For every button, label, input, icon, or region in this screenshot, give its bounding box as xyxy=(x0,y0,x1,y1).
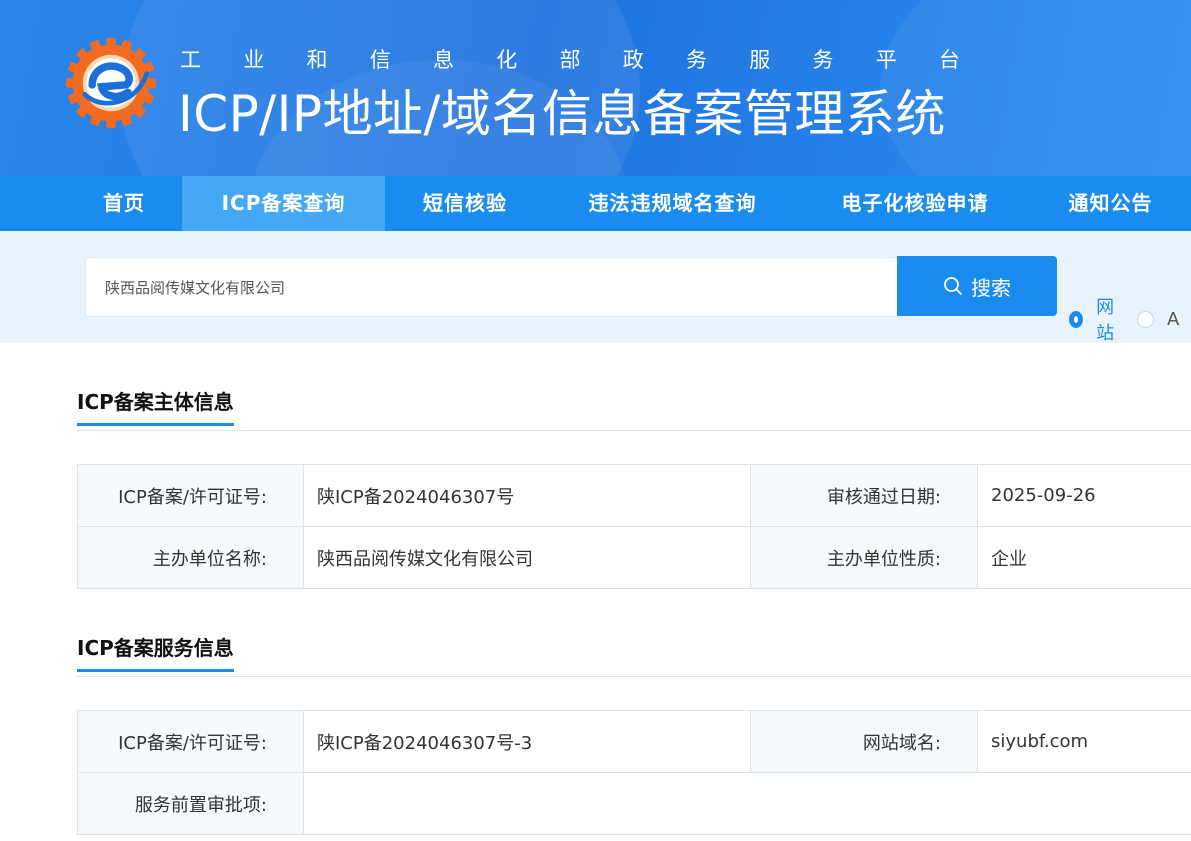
label-license-no: ICP备案/许可证号: xyxy=(77,464,304,527)
subtitle-char: 政 xyxy=(622,48,644,72)
value-license-no: 陕ICP备2024046307号 xyxy=(303,464,751,527)
subtitle-char: 工 xyxy=(180,48,201,72)
section-divider xyxy=(77,430,1191,431)
table-row: ICP备案/许可证号: 陕ICP备2024046307号-3 网站域名: siy… xyxy=(77,710,1191,773)
search-input[interactable] xyxy=(85,257,898,317)
subtitle-char: 服 xyxy=(749,48,771,72)
nav-item-icp-query[interactable]: ICP备案查询 xyxy=(182,176,385,231)
value-pre-approval xyxy=(303,772,1191,835)
table-row: ICP备案/许可证号: 陕ICP备2024046307号 审核通过日期: 202… xyxy=(77,464,1191,527)
table-row: 主办单位名称: 陕西品阅传媒文化有限公司 主办单位性质: 企业 xyxy=(77,526,1191,589)
search-button[interactable]: 搜索 xyxy=(897,256,1057,316)
label-organizer-type: 主办单位性质: xyxy=(750,526,978,589)
nav-item-home[interactable]: 首页 xyxy=(66,176,182,231)
system-title: ICP/IP地址/域名信息备案管理系统 xyxy=(178,85,946,143)
search-button-label: 搜索 xyxy=(971,275,1011,300)
nav-item-sms-verify[interactable]: 短信核验 xyxy=(385,176,545,231)
nav-item-electronic-verify[interactable]: 电子化核验申请 xyxy=(800,176,1030,231)
radio-app[interactable]: A xyxy=(1137,309,1179,330)
subtitle-char: 息 xyxy=(433,48,454,72)
section-title-service: ICP备案服务信息 xyxy=(77,632,234,672)
label-organizer-name: 主办单位名称: xyxy=(77,526,304,589)
value-organizer-name: 陕西品阅传媒文化有限公司 xyxy=(303,526,751,589)
miit-gear-logo-icon xyxy=(65,37,157,129)
subtitle-char: 化 xyxy=(496,48,518,72)
value-approval-date: 2025-09-26 xyxy=(977,464,1191,527)
subtitle-char: 部 xyxy=(559,48,581,72)
section-title-subject: ICP备案主体信息 xyxy=(77,386,234,426)
nav-item-notices[interactable]: 通知公告 xyxy=(1030,176,1191,231)
search-area: 搜索 网站 A xyxy=(0,231,1191,345)
label-service-license-no: ICP备案/许可证号: xyxy=(77,710,304,773)
radio-label: A xyxy=(1167,308,1180,330)
subtitle-char: 业 xyxy=(243,48,265,72)
search-type-radio-group: 网站 A xyxy=(1069,293,1191,345)
radio-label: 网站 xyxy=(1096,297,1115,344)
label-approval-date: 审核通过日期: xyxy=(750,464,978,527)
label-pre-approval: 服务前置审批项: xyxy=(77,772,304,835)
banner-subtitle: 工 业 和 信 息 化 部 政 务 服 务 平 台 xyxy=(180,44,960,74)
radio-website[interactable]: 网站 xyxy=(1069,293,1117,345)
label-website-domain: 网站域名: xyxy=(750,710,978,773)
nav-item-illegal-domain-query[interactable]: 违法违规域名查询 xyxy=(545,176,800,231)
search-icon xyxy=(944,277,962,295)
value-website-domain: siyubf.com xyxy=(977,710,1191,773)
value-organizer-type: 企业 xyxy=(977,526,1191,589)
section-divider xyxy=(77,676,1191,677)
subtitle-char: 务 xyxy=(686,48,707,72)
value-service-license-no: 陕ICP备2024046307号-3 xyxy=(303,710,751,773)
subtitle-char: 信 xyxy=(369,48,391,72)
service-info-table: ICP备案/许可证号: 陕ICP备2024046307号-3 网站域名: siy… xyxy=(77,710,1191,835)
subtitle-char: 平 xyxy=(875,48,897,72)
site-banner: 工 业 和 信 息 化 部 政 务 服 务 平 台 ICP/IP地址/域名信息备… xyxy=(0,0,1191,176)
subtitle-char: 务 xyxy=(812,48,834,72)
radio-checked-icon xyxy=(1069,310,1084,328)
subject-info-table: ICP备案/许可证号: 陕ICP备2024046307号 审核通过日期: 202… xyxy=(77,464,1191,589)
radio-unchecked-icon xyxy=(1137,310,1154,328)
subtitle-char: 和 xyxy=(306,48,328,72)
main-nav: 首页 ICP备案查询 短信核验 违法违规域名查询 电子化核验申请 通知公告 xyxy=(0,176,1191,231)
table-row: 服务前置审批项: xyxy=(77,772,1191,835)
subtitle-char: 台 xyxy=(939,48,960,72)
